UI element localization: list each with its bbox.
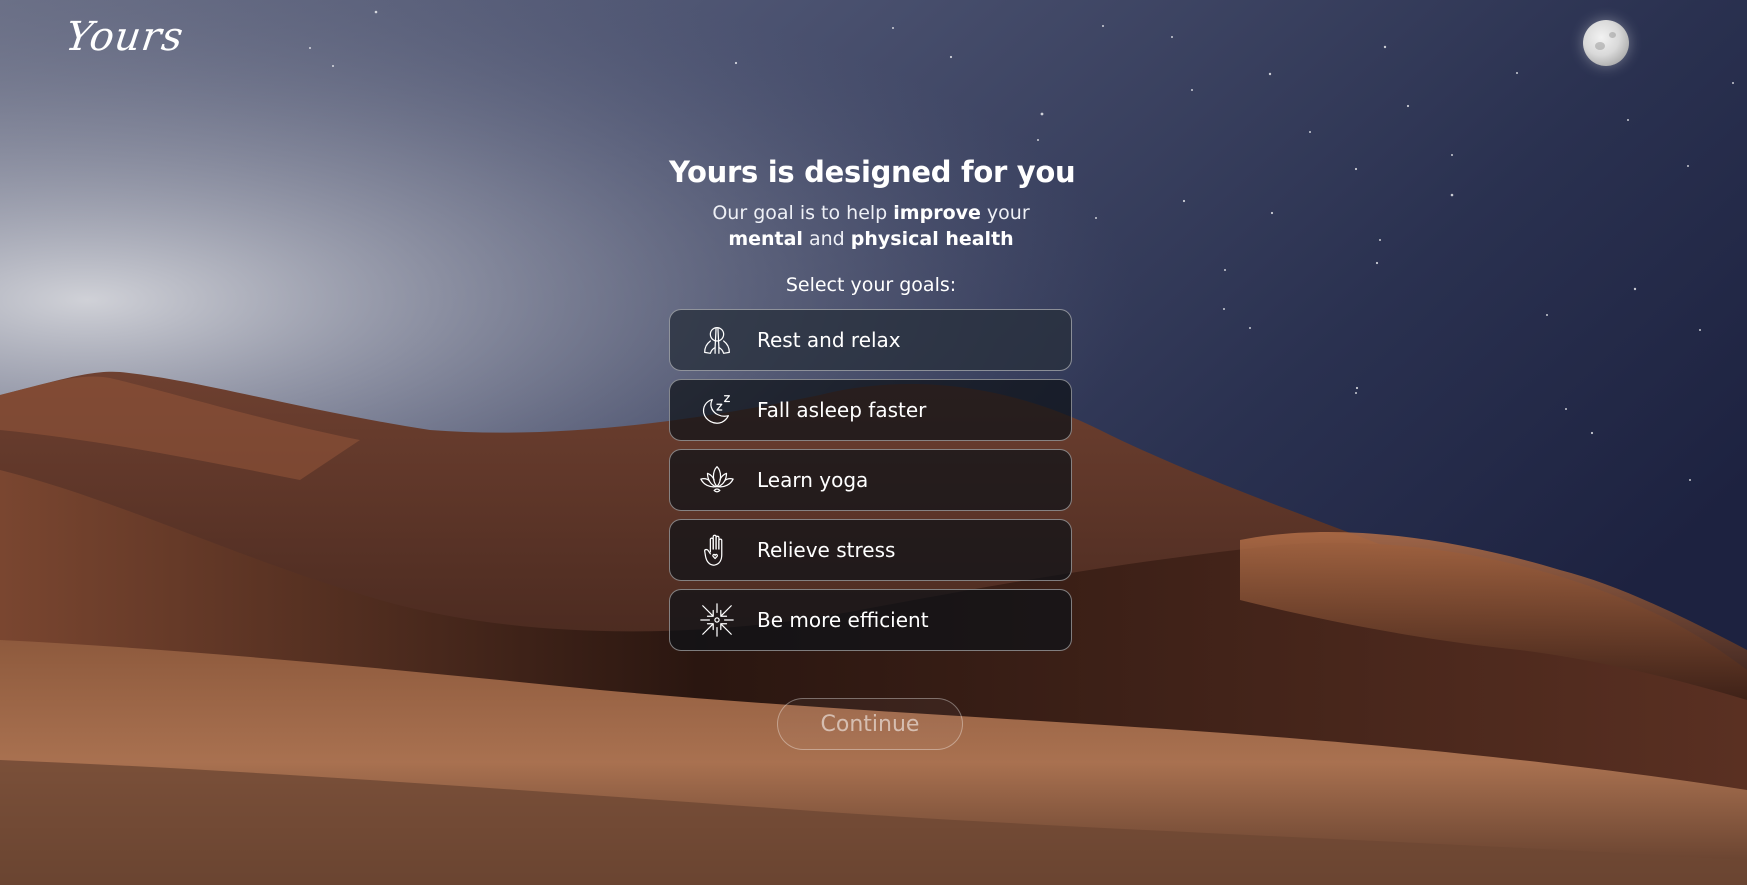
- praying-hands-icon: [697, 320, 737, 360]
- goal-label: Learn yoga: [757, 468, 869, 492]
- subtitle-text-1: Our goal is to help: [712, 202, 894, 224]
- goal-option-relieve-stress[interactable]: Relieve stress: [669, 519, 1072, 581]
- goal-option-be-more-efficient[interactable]: Be more efficient: [669, 589, 1072, 651]
- moon-sleep-icon: [697, 390, 737, 430]
- goal-label: Fall asleep faster: [757, 398, 927, 422]
- goal-label: Rest and relax: [757, 328, 901, 352]
- lotus-icon: [697, 460, 737, 500]
- goal-option-learn-yoga[interactable]: Learn yoga: [669, 449, 1072, 511]
- moon-decoration: [1583, 20, 1629, 66]
- brand-logo: Yours: [62, 14, 187, 60]
- subtitle-bold-improve: improve: [893, 202, 981, 224]
- subtitle-bold-mental: mental: [728, 228, 803, 250]
- page-subtitle: Our goal is to help improve your mental …: [681, 200, 1061, 252]
- goal-option-fall-asleep-faster[interactable]: Fall asleep faster: [669, 379, 1072, 441]
- goal-label: Be more efficient: [757, 608, 929, 632]
- goal-label: Relieve stress: [757, 538, 896, 562]
- focus-arrows-icon: [697, 600, 737, 640]
- hand-heart-icon: [697, 530, 737, 570]
- goal-option-rest-and-relax[interactable]: Rest and relax: [669, 309, 1072, 371]
- select-goals-label: Select your goals:: [785, 274, 957, 296]
- subtitle-bold-physical-health: physical health: [850, 228, 1014, 250]
- page-title: Yours is designed for you: [669, 155, 1076, 189]
- subtitle-text-3: and: [802, 228, 851, 250]
- goals-panel: Yours is designed for you Our goal is to…: [669, 150, 1076, 651]
- subtitle-text-2: your: [980, 202, 1030, 224]
- goal-list: Rest and relax Fall asleep faster Learn …: [669, 309, 1073, 651]
- continue-button[interactable]: Continue: [777, 698, 963, 750]
